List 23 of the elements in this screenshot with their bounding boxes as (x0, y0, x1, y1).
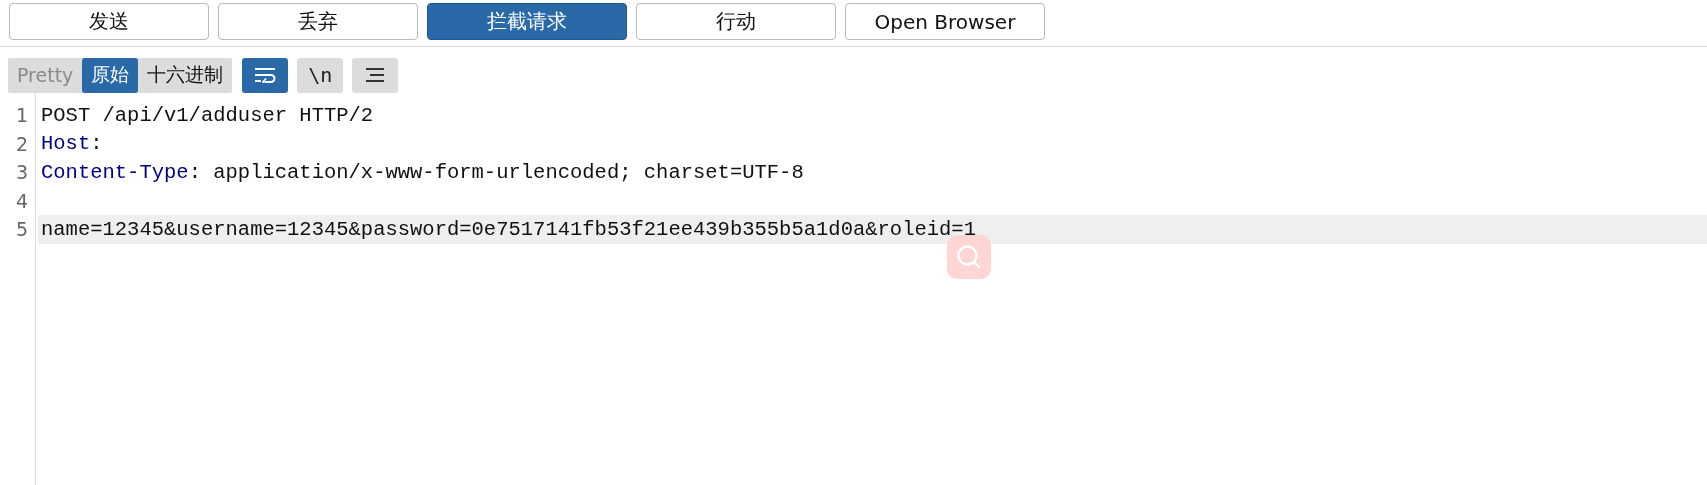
line-number: 2 (14, 132, 28, 155)
action-button[interactable]: Open Browser (845, 3, 1045, 40)
code-text: name=12345&username=12345&password=0e7517141fb53f21ee439b355b5a1d0a&roleid=1 (41, 217, 976, 241)
action-button[interactable]: 行动 (636, 3, 836, 40)
line-number: 1 (14, 104, 28, 127)
search-icon (955, 243, 983, 271)
code-text: : (90, 132, 103, 156)
header-name: Host (41, 132, 91, 156)
action-button[interactable]: 拦截请求 (427, 3, 627, 40)
line-number: 4 (14, 189, 28, 212)
menu-button[interactable] (352, 57, 399, 93)
newline-button[interactable]: \n (297, 57, 344, 93)
view-tab[interactable]: 原始 (82, 57, 139, 93)
wrap-button[interactable] (242, 57, 289, 93)
action-button[interactable]: 丢弃 (218, 3, 418, 40)
code-text: : application/x-www-form-urlencoded; charset=UTF-8 (188, 160, 804, 184)
line-number: 5 (14, 218, 28, 241)
wrap-icon (254, 67, 277, 83)
menu-icon (365, 67, 386, 83)
action-button[interactable]: 发送 (9, 3, 209, 40)
code-text: POST /api/v1/adduser HTTP/2 (41, 103, 374, 127)
line-number: 3 (14, 161, 28, 184)
header-name: Content-Type (41, 160, 189, 184)
